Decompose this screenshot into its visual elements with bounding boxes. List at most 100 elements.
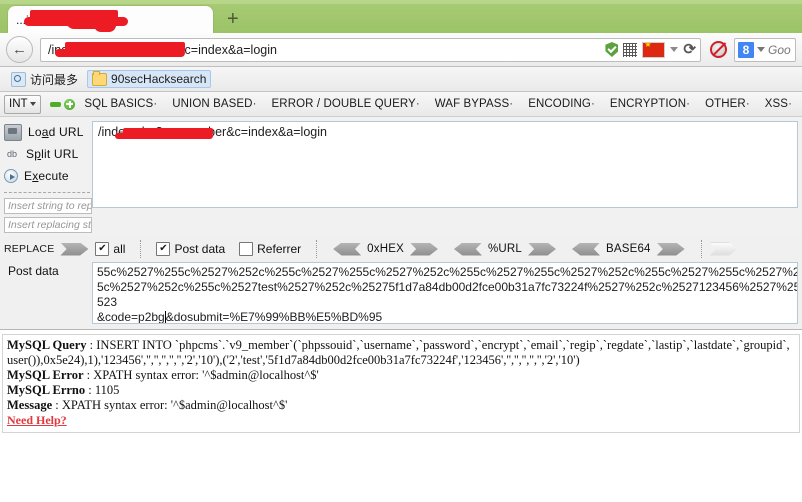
- mysql-errno-label: MySQL Errno: [7, 383, 86, 397]
- reload-icon[interactable]: ⟳: [683, 42, 696, 57]
- post-data-label: Post data: [174, 242, 226, 256]
- replace-with-input[interactable]: Insert replacing string: [4, 217, 92, 233]
- mysql-query-value-1: INSERT INTO `phpcms`.`v9_member`(`phpsso…: [96, 338, 790, 352]
- url-encoder-group: %URL: [453, 242, 556, 256]
- split-url-icon: db: [6, 148, 17, 159]
- search-input[interactable]: Goo: [768, 43, 791, 57]
- mysql-errno-value: 1105: [94, 383, 120, 397]
- split-url-button[interactable]: db Split URL: [4, 143, 92, 165]
- post-data-field-label: Post data: [8, 264, 59, 278]
- url-bar[interactable]: /index.php?m=member&c=index&a=login ⟳: [40, 37, 701, 62]
- hex-encode-icon[interactable]: [409, 242, 438, 256]
- new-tab-button[interactable]: +: [227, 9, 239, 29]
- base64-encoder-group: BASE64: [571, 242, 685, 256]
- bookmark-label: 90secHacksearch: [111, 72, 207, 86]
- replace-apply-icon[interactable]: [60, 242, 89, 256]
- post-line-4a: &code=p2bg: [97, 310, 165, 324]
- mysql-query-line-1: MySQL Query : INSERT INTO `phpcms`.`v9_m…: [7, 338, 790, 352]
- menu-union-based[interactable]: UNION BASED·: [166, 98, 262, 110]
- bookmarks-bar: 访问最多 90secHacksearch: [0, 67, 802, 92]
- search-box[interactable]: 8 Goo: [734, 37, 796, 62]
- qr-code-icon[interactable]: [623, 42, 638, 57]
- referrer-checkbox[interactable]: [239, 242, 254, 256]
- china-flag-icon[interactable]: [642, 40, 666, 58]
- menu-encoding[interactable]: ENCODING·: [522, 98, 601, 110]
- bookmark-most-visited[interactable]: 访问最多: [6, 69, 83, 90]
- url-textarea[interactable]: /index.php?m=member&c=index&a=login: [92, 121, 798, 208]
- chevron-down-icon[interactable]: [670, 47, 679, 52]
- extra-apply-icon[interactable]: [709, 242, 738, 256]
- post-data-textarea[interactable]: 55c%2527%255c%2527%252c%255c%2527%255c%2…: [92, 262, 798, 324]
- type-select[interactable]: INT: [4, 94, 42, 114]
- split-url-label: Split URL: [26, 147, 79, 161]
- divider: [700, 240, 702, 258]
- all-checkbox[interactable]: [95, 242, 110, 256]
- chevron-down-icon[interactable]: [757, 47, 765, 52]
- all-label: all: [113, 242, 126, 256]
- hackbar-panel: INT SQL BASICS· UNION BASED· ERROR / DOU…: [0, 92, 802, 330]
- post-line-3: 523: [97, 295, 118, 309]
- hex-encoder-group: 0xHEX: [333, 242, 438, 256]
- tab-active[interactable]: ...index&a=login: [8, 6, 213, 33]
- need-help-link[interactable]: Need Help?: [7, 413, 67, 427]
- menu-encryption[interactable]: ENCRYPTION·: [604, 98, 696, 110]
- post-line-1: 55c%2527%255c%2527%252c%255c%2527%255c%2…: [97, 265, 798, 279]
- back-arrow-icon[interactable]: ←: [6, 36, 33, 63]
- referrer-label: Referrer: [257, 242, 302, 256]
- post-data-checkbox[interactable]: [156, 242, 171, 256]
- base64-encode-icon[interactable]: [656, 242, 685, 256]
- base64-label: BASE64: [605, 243, 651, 255]
- bookmark-label: 访问最多: [30, 72, 79, 87]
- plus-icon[interactable]: [64, 98, 76, 110]
- mysql-error-value: XPATH syntax error: '^$admin@localhost^$…: [93, 368, 319, 382]
- url-encode-icon[interactable]: [527, 242, 556, 256]
- load-url-icon: [4, 123, 22, 141]
- mysql-query-line-2: user()),0x5e24),1),'123456','','','','',…: [7, 353, 795, 368]
- bookmark-90sechacksearch[interactable]: 90secHacksearch: [87, 70, 212, 88]
- mysql-query-label: MySQL Query: [7, 338, 87, 352]
- execute-button[interactable]: Execute: [4, 165, 92, 187]
- divider: [140, 240, 142, 258]
- replace-label: REPLACE: [4, 243, 55, 255]
- chevron-down-icon: [30, 102, 37, 106]
- menu-waf-bypass[interactable]: WAF BYPASS·: [429, 98, 519, 110]
- url-label: %URL: [487, 243, 522, 255]
- mysql-error-box: MySQL Query : INSERT INTO `phpcms`.`v9_m…: [2, 334, 800, 433]
- page-content: MySQL Query : INSERT INTO `phpcms`.`v9_m…: [0, 330, 802, 490]
- all-checkbox-item[interactable]: all: [95, 242, 125, 256]
- referrer-checkbox-item[interactable]: Referrer: [239, 242, 301, 256]
- hex-decode-icon[interactable]: [333, 242, 362, 256]
- hackbar-options-row: REPLACE all Post data Referrer 0xHEX: [0, 236, 802, 260]
- shield-icon[interactable]: [605, 42, 619, 57]
- mysql-error-label: MySQL Error: [7, 368, 84, 382]
- divider: [316, 240, 318, 258]
- post-line-4b: &dosubmit=%E7%99%BB%E5%BD%95: [165, 310, 383, 324]
- tab-strip: ...index&a=login +: [0, 0, 802, 33]
- load-url-label: Load URL: [28, 125, 84, 139]
- menu-other[interactable]: OTHER·: [699, 98, 756, 110]
- browser-window: ...index&a=login + ← /index.php?m=member…: [0, 0, 802, 502]
- mysql-message-value: XPATH syntax error: '^$admin@localhost^$…: [61, 398, 288, 412]
- load-url-button[interactable]: Load URL: [4, 121, 92, 143]
- minus-icon[interactable]: [50, 101, 62, 107]
- hackbar-actions: Load URL db Split URL Execute Insert str…: [0, 121, 92, 236]
- type-select-value: INT: [9, 98, 28, 110]
- menu-error-double-query[interactable]: ERROR / DOUBLE QUERY·: [266, 98, 426, 110]
- url-decode-icon[interactable]: [453, 242, 482, 256]
- noscript-icon[interactable]: [710, 41, 727, 58]
- menu-xss[interactable]: XSS·: [759, 98, 798, 110]
- menu-sql-basics[interactable]: SQL BASICS·: [78, 98, 163, 110]
- post-data-checkbox-item[interactable]: Post data: [156, 242, 225, 256]
- execute-icon: [4, 169, 18, 183]
- mysql-query-value-2: user()),0x5e24),1),'123456','','','','',…: [7, 353, 580, 367]
- mysql-errno-line: MySQL Errno : 1105: [7, 383, 120, 397]
- need-help-line: Need Help?: [7, 413, 795, 428]
- hackbar-body: Load URL db Split URL Execute Insert str…: [0, 117, 802, 236]
- base64-decode-icon[interactable]: [571, 242, 600, 256]
- mysql-message-line: Message : XPATH syntax error: '^$admin@l…: [7, 398, 288, 412]
- replace-find-input[interactable]: Insert string to replace: [4, 198, 92, 214]
- post-line-2: 5c%2527%252c%255c%2527test%2527%252c%252…: [97, 280, 798, 294]
- url-text: /index.php?m=member&c=index&a=login: [48, 42, 277, 57]
- navigation-bar: ← /index.php?m=member&c=index&a=login ⟳ …: [0, 33, 802, 67]
- tab-title: ...index&a=login: [16, 12, 102, 27]
